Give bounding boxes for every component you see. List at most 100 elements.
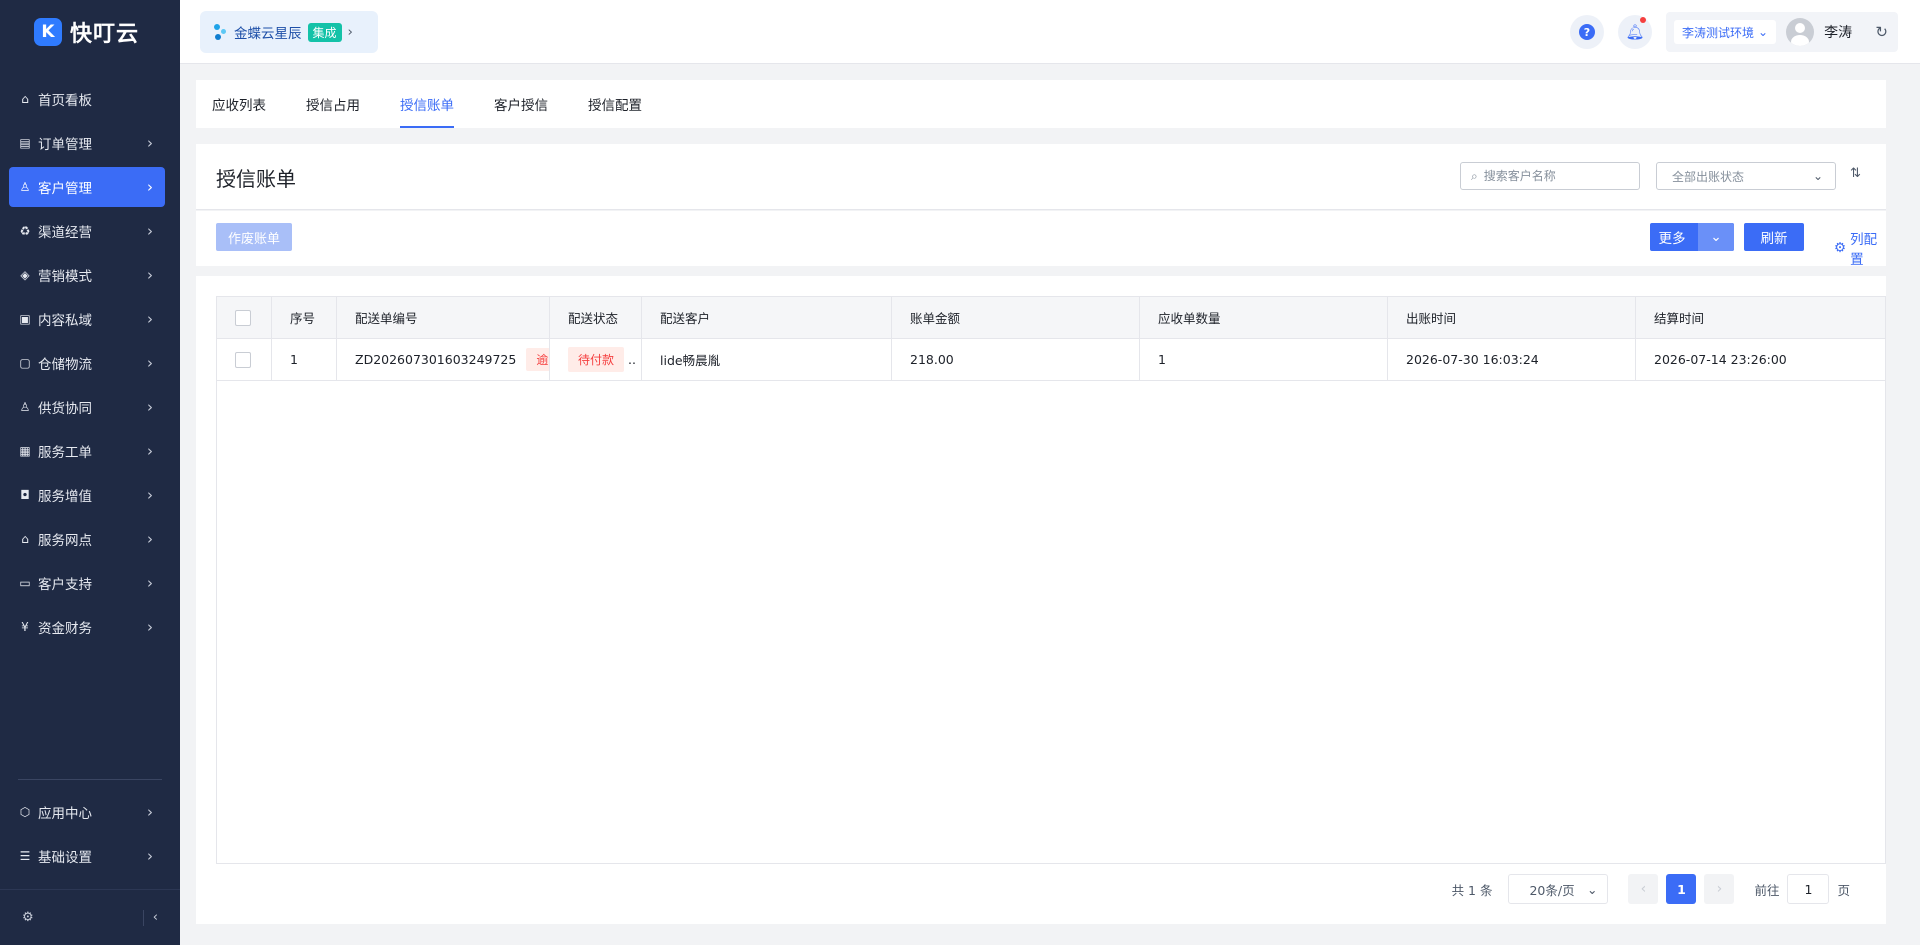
sidebar-item-app-center[interactable]: ⬡ 应用中心 › bbox=[9, 792, 165, 832]
sidebar-nav: ⌂ 首页看板 ▤ 订单管理 › ♙ 客户管理 › ♻ 渠道经营 › ◈ 营销模式… bbox=[9, 79, 165, 651]
logo-icon: K bbox=[34, 18, 62, 46]
sidebar-item-dashboard[interactable]: ⌂ 首页看板 bbox=[9, 79, 165, 119]
sidebar-item-content[interactable]: ▣ 内容私域 › bbox=[9, 299, 165, 339]
integration-badge: 集成 bbox=[307, 22, 342, 42]
chevron-down-icon: ⌄ bbox=[1758, 25, 1769, 39]
header-actions: ? 🔔︎ 李涛测试环境 ⌄ 李涛 ↻ bbox=[1570, 0, 1920, 64]
row-index: 1 bbox=[272, 339, 337, 380]
user-name: 李涛 bbox=[1824, 25, 1853, 41]
sidebar-item-warehouse[interactable]: ▢ 仓储物流 › bbox=[9, 343, 165, 383]
more-button[interactable]: 更多 ⌄ bbox=[1650, 223, 1734, 251]
column-header: 应收单数量 bbox=[1140, 297, 1388, 338]
sidebar-item-label: 仓储物流 bbox=[38, 357, 92, 373]
void-bill-button[interactable]: 作废账单 bbox=[216, 223, 292, 251]
refresh-button[interactable]: 刷新 bbox=[1744, 223, 1804, 251]
search-icon: ⌕ bbox=[1471, 168, 1478, 183]
store-icon: ⌂ bbox=[21, 532, 29, 546]
table-header-row: 序号 配送单编号 配送状态 配送客户 账单金额 应收单数量 出账时间 结算时间 bbox=[217, 297, 1885, 339]
overdue-tag: 逾 bbox=[526, 348, 549, 371]
chevron-down-icon: ⌄ bbox=[1812, 169, 1823, 183]
order-number-link[interactable]: ZD202607301603249725 bbox=[355, 352, 516, 367]
search-input[interactable] bbox=[1483, 169, 1624, 183]
current-page[interactable]: 1 bbox=[1666, 874, 1697, 904]
channel-icon: ♻ bbox=[19, 224, 31, 238]
column-header: 账单金额 bbox=[892, 297, 1140, 338]
sidebar-item-label: 渠道经营 bbox=[38, 225, 92, 241]
column-config-label: 列配置 bbox=[1850, 232, 1878, 268]
tab-customer-credit[interactable]: 客户授信 bbox=[494, 80, 548, 128]
settle-time-cell: 2026-07-14 23:26:00 bbox=[1654, 352, 1787, 367]
sidebar-item-label: 基础设置 bbox=[38, 850, 92, 866]
image-icon: ▣ bbox=[19, 312, 31, 326]
tab-credit-config[interactable]: 授信配置 bbox=[588, 80, 642, 128]
row-checkbox[interactable] bbox=[235, 351, 251, 368]
sidebar-item-outlets[interactable]: ⌂ 服务网点 › bbox=[9, 519, 165, 559]
sidebar-item-value-added[interactable]: ◘ 服务增值 › bbox=[9, 475, 165, 515]
chevron-right-icon: › bbox=[147, 847, 153, 865]
sidebar-item-label: 客户支持 bbox=[38, 577, 92, 593]
help-button[interactable]: ? bbox=[1570, 15, 1604, 49]
refresh-icon[interactable]: ↻ bbox=[1875, 23, 1888, 41]
more-button-label: 更多 bbox=[1658, 231, 1686, 247]
row-select-cell bbox=[217, 339, 272, 380]
gear-icon[interactable]: ⚙ bbox=[22, 910, 34, 925]
pagination: 共 1 条 20条/页 ⌄ ‹ 1 › 前往 1 页 bbox=[1452, 874, 1850, 904]
panel-header: 授信账单 ⌕ 全部出账状态 ⌄ ⇅ bbox=[196, 144, 1886, 210]
tab-credit-usage[interactable]: 授信占用 bbox=[306, 80, 360, 128]
column-config-button[interactable]: ⚙ 列配置 bbox=[1834, 228, 1886, 268]
chevron-down-icon[interactable]: ⌄ bbox=[1698, 223, 1734, 251]
sidebar-item-tickets[interactable]: ▦ 服务工单 › bbox=[9, 431, 165, 471]
sidebar-item-label: 资金财务 bbox=[38, 621, 92, 637]
yen-icon: ¥ bbox=[21, 620, 29, 634]
chevron-right-icon: › bbox=[347, 24, 353, 40]
status-more: .. bbox=[628, 352, 636, 367]
chevron-right-icon: › bbox=[147, 178, 153, 196]
app-logo-icon bbox=[212, 23, 228, 41]
sidebar-item-marketing[interactable]: ◈ 营销模式 › bbox=[9, 255, 165, 295]
tab-credit-bills[interactable]: 授信账单 bbox=[400, 80, 454, 128]
next-page-button[interactable]: › bbox=[1704, 874, 1735, 904]
sliders-icon: ☰ bbox=[19, 849, 31, 863]
chevron-right-icon: › bbox=[147, 530, 153, 548]
total-count: 共 1 条 bbox=[1451, 882, 1493, 898]
bag-icon: ◘ bbox=[20, 488, 30, 502]
sidebar-item-channels[interactable]: ♻ 渠道经营 › bbox=[9, 211, 165, 251]
page-unit-label: 页 bbox=[1837, 882, 1850, 898]
sidebar-bottom-nav: ⬡ 应用中心 › ☰ 基础设置 › bbox=[9, 792, 165, 880]
app-switcher[interactable]: 金蝶云星辰 集成 › bbox=[200, 11, 378, 53]
sidebar-item-customers[interactable]: ♙ 客户管理 › bbox=[9, 167, 165, 207]
sidebar-item-label: 内容私域 bbox=[38, 313, 92, 329]
cube-icon: ⬡ bbox=[19, 805, 31, 819]
sidebar-item-label: 首页看板 bbox=[38, 93, 92, 109]
sidebar-item-label: 服务工单 bbox=[38, 445, 92, 461]
footer-divider bbox=[142, 909, 144, 926]
page-size-select[interactable]: 20条/页 ⌄ bbox=[1508, 874, 1609, 904]
sidebar-item-settings[interactable]: ☰ 基础设置 › bbox=[9, 836, 165, 876]
sidebar-item-finance[interactable]: ¥ 资金财务 › bbox=[9, 607, 165, 647]
chevron-right-icon: › bbox=[147, 574, 153, 592]
tab-receivables[interactable]: 应收列表 bbox=[212, 80, 266, 128]
sidebar-item-orders[interactable]: ▤ 订单管理 › bbox=[9, 123, 165, 163]
chevron-right-icon: › bbox=[147, 803, 153, 821]
gear-icon: ⚙ bbox=[1834, 240, 1847, 256]
amount-cell: 218.00 bbox=[892, 339, 1140, 380]
sidebar-item-supply[interactable]: ♙ 供货协同 › bbox=[9, 387, 165, 427]
sidebar-footer: ⚙ ‹ bbox=[0, 889, 180, 945]
avatar[interactable] bbox=[1786, 18, 1815, 46]
action-toolbar: 作废账单 更多 ⌄ 刷新 ⚙ 列配置 bbox=[196, 211, 1886, 268]
page-size-value: 20条/页 bbox=[1529, 882, 1575, 898]
sidebar-item-support[interactable]: ▭ 客户支持 › bbox=[9, 563, 165, 603]
sidebar: K 快叮云 ⌂ 首页看板 ▤ 订单管理 › ♙ 客户管理 › ♻ 渠道经营 › … bbox=[0, 0, 180, 945]
collapse-sidebar-icon[interactable]: ‹ bbox=[153, 910, 158, 925]
table-row[interactable]: 1 ZD202607301603249725 逾 待付款 .. lide畅晨胤 … bbox=[217, 339, 1885, 381]
home-icon: ⌂ bbox=[21, 92, 29, 106]
notifications-button[interactable]: 🔔︎ bbox=[1618, 15, 1652, 49]
bill-status-select[interactable]: 全部出账状态 ⌄ bbox=[1656, 162, 1836, 190]
select-all-checkbox[interactable] bbox=[235, 309, 251, 326]
sort-icon[interactable]: ⇅ bbox=[1850, 166, 1861, 181]
prev-page-button[interactable]: ‹ bbox=[1628, 874, 1659, 904]
sidebar-item-label: 服务网点 bbox=[38, 533, 92, 549]
environment-select[interactable]: 李涛测试环境 ⌄ bbox=[1674, 20, 1777, 44]
logo[interactable]: K 快叮云 bbox=[0, 0, 180, 64]
goto-page-input[interactable]: 1 bbox=[1787, 874, 1830, 904]
